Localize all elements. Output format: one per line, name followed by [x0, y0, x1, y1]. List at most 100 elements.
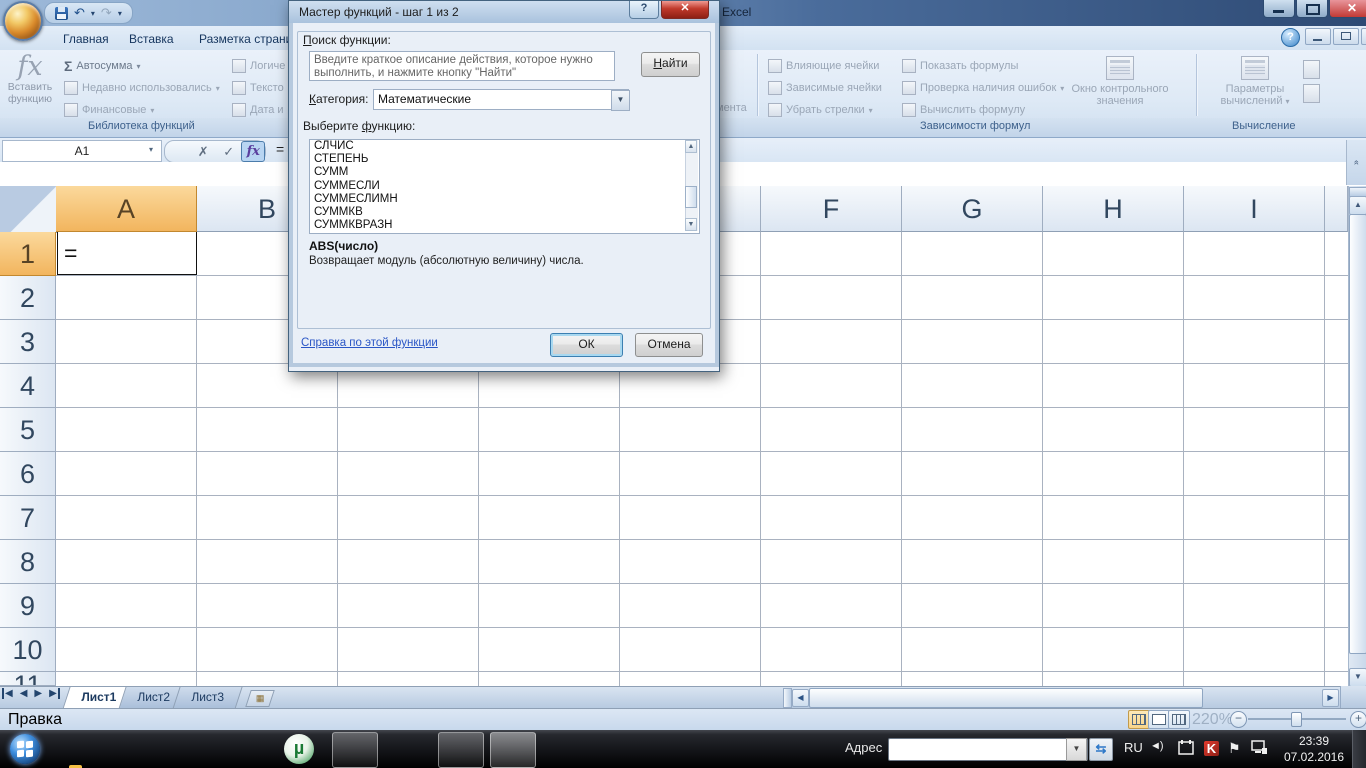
evaluate-formula-button[interactable]: Вычислить формулу [902, 100, 1025, 120]
chrome-taskbar-button[interactable] [332, 732, 378, 768]
workbook-close-button[interactable]: ✕ [1361, 28, 1366, 45]
function-list-item[interactable]: СУММЕСЛИ [310, 180, 699, 193]
address-dropdown-icon[interactable]: ▼ [1066, 738, 1087, 761]
date-time-button[interactable]: Дата и [232, 100, 284, 118]
start-button[interactable] [10, 734, 40, 764]
minimize-button[interactable] [1263, 0, 1295, 18]
column-header-F[interactable]: F [761, 186, 902, 232]
normal-view-button[interactable] [1128, 710, 1150, 729]
calculate-sheet-button[interactable] [1303, 84, 1320, 103]
zoom-in-icon[interactable]: + [1350, 711, 1366, 728]
autosum-button[interactable]: Σ Автосумма ▾ [64, 56, 141, 76]
scroll-right-icon[interactable]: ▶ [1322, 689, 1339, 707]
list-scroll-down-icon[interactable]: ▼ [685, 218, 697, 231]
kaspersky-icon[interactable]: K [1204, 741, 1219, 756]
previous-sheet-icon[interactable]: ◀ [20, 688, 28, 699]
page-layout-view-button[interactable] [1148, 710, 1170, 729]
function-list-item[interactable]: СЛЧИС [310, 140, 699, 153]
action-center-flag-icon[interactable]: ⚑ [1228, 740, 1241, 757]
zoom-out-icon[interactable]: − [1230, 711, 1247, 728]
first-sheet-icon[interactable]: ◀ [2, 688, 13, 699]
function-list-item[interactable]: СУММКВ [310, 206, 699, 219]
trace-precedents-button[interactable]: Влияющие ячейки [768, 56, 879, 76]
list-scroll-thumb[interactable] [685, 186, 697, 208]
excel-taskbar-button[interactable] [490, 732, 536, 768]
utorrent-icon[interactable]: µ [284, 734, 314, 764]
undo-button[interactable]: ↶ [74, 4, 85, 22]
category-dropdown-icon[interactable]: ▼ [611, 90, 630, 111]
error-checking-button[interactable]: Проверка наличия ошибок ▾ [902, 78, 1064, 98]
dialog-help-icon[interactable]: ? [629, 1, 659, 19]
workbook-minimize-button[interactable] [1305, 28, 1331, 45]
vertical-scroll-thumb[interactable] [1349, 214, 1366, 654]
row-header-1[interactable]: 1 [0, 232, 56, 276]
cancel-entry-button[interactable]: ✗ [190, 144, 215, 160]
volume-icon[interactable]: ◄) [1150, 740, 1163, 752]
horizontal-scroll-thumb[interactable] [809, 688, 1203, 708]
column-header-G[interactable]: G [902, 186, 1043, 232]
taskbar-clock[interactable]: 23:39 07.02.2016 [1283, 733, 1345, 765]
row-header-5[interactable]: 5 [0, 408, 56, 452]
formula-bar-content[interactable]: = [276, 141, 284, 157]
row-header-4[interactable]: 4 [0, 364, 56, 408]
row-header-6[interactable]: 6 [0, 452, 56, 496]
close-button[interactable]: ✕ [1329, 0, 1366, 18]
remove-arrows-button[interactable]: Убрать стрелки ▾ [768, 100, 873, 120]
office-button[interactable] [3, 1, 43, 41]
recently-used-button[interactable]: Недавно использовались ▾ [64, 78, 220, 98]
column-header-H[interactable]: H [1043, 186, 1184, 232]
scroll-down-icon[interactable]: ▼ [1349, 668, 1366, 687]
ok-button[interactable]: ОК [550, 333, 623, 357]
search-function-input[interactable]: Введите краткое описание действия, котор… [309, 51, 615, 81]
column-header-A[interactable]: A [56, 186, 197, 232]
tab-home[interactable]: Главная [50, 29, 122, 50]
undo-dropdown-icon[interactable]: ▾ [91, 9, 95, 18]
name-box-dropdown-icon[interactable]: ▾ [143, 141, 159, 159]
function-list[interactable]: СЛЧИС СТЕПЕНЬ СУММ СУММЕСЛИ СУММЕСЛИМН С… [309, 139, 700, 234]
insert-worksheet-tab[interactable]: ▦ [245, 690, 275, 707]
row-header-2[interactable]: 2 [0, 276, 56, 320]
help-icon[interactable]: ? [1281, 28, 1300, 47]
function-list-item[interactable]: СУММЕСЛИМН [310, 193, 699, 206]
scroll-left-icon[interactable]: ◀ [792, 689, 809, 707]
row-header-8[interactable]: 8 [0, 540, 56, 584]
dialog-close-icon[interactable]: ✕ [661, 1, 709, 19]
logical-button[interactable]: Логиче [232, 56, 285, 76]
sheet-tab-list3[interactable]: Лист3 [172, 687, 242, 709]
language-indicator[interactable]: RU [1124, 740, 1143, 755]
select-all-corner[interactable] [0, 186, 57, 233]
zoom-level[interactable]: 220% [1192, 711, 1233, 729]
column-header-partial[interactable] [1325, 186, 1348, 232]
row-header-11[interactable]: 11 [0, 672, 56, 686]
calculation-options-button[interactable]: Параметры вычислений ▾ [1212, 56, 1298, 107]
scroll-up-icon[interactable]: ▲ [1349, 196, 1366, 215]
enter-entry-button[interactable]: ✓ [216, 144, 241, 160]
page-break-view-button[interactable] [1168, 710, 1190, 729]
row-header-10[interactable]: 10 [0, 628, 56, 672]
task-scheduler-icon[interactable] [1178, 739, 1195, 756]
cell-A1[interactable]: = [57, 232, 197, 275]
calculate-now-button[interactable] [1303, 60, 1320, 79]
word-taskbar-button[interactable] [438, 732, 484, 768]
address-go-icon[interactable]: ⇆ [1089, 738, 1113, 761]
cancel-button[interactable]: Отмена [635, 333, 703, 357]
column-header-I[interactable]: I [1184, 186, 1325, 232]
function-help-link[interactable]: Справка по этой функции [301, 337, 438, 349]
financial-button[interactable]: Финансовые ▾ [64, 100, 154, 120]
last-sheet-icon[interactable]: ▶ [49, 688, 60, 699]
watch-window-button[interactable]: Окно контрольного значения [1052, 56, 1188, 107]
network-icon[interactable] [1250, 739, 1268, 756]
list-scroll-up-icon[interactable]: ▲ [685, 140, 697, 153]
next-sheet-icon[interactable]: ▶ [34, 688, 42, 699]
name-box[interactable]: A1 [2, 140, 162, 162]
row-header-3[interactable]: 3 [0, 320, 56, 364]
formula-bar-expand-icon[interactable]: « [1346, 140, 1366, 185]
function-list-item[interactable]: СУММКВРАЗН [310, 219, 699, 232]
category-select[interactable]: Математические [373, 89, 629, 110]
function-list-item[interactable]: СТЕПЕНЬ [310, 153, 699, 166]
row-header-9[interactable]: 9 [0, 584, 56, 628]
row-header-7[interactable]: 7 [0, 496, 56, 540]
tab-split-handle[interactable] [783, 688, 792, 708]
show-desktop-button[interactable] [1352, 730, 1366, 768]
trace-dependents-button[interactable]: Зависимые ячейки [768, 78, 882, 98]
